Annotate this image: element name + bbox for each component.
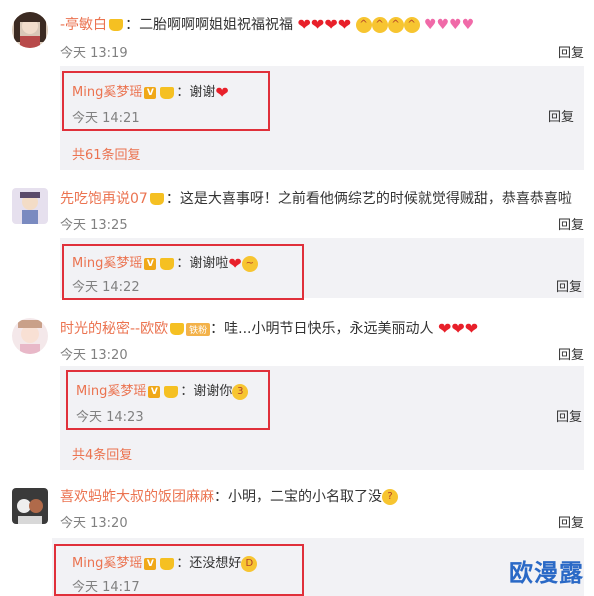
- more-replies-link[interactable]: 共4条回复: [72, 444, 132, 463]
- vip-crown-icon: [160, 86, 175, 99]
- comment-4: 喜欢蚂蚱大叔的饭团麻麻：小明，二宝的小名取了没? 今天 13:20 回复 Min…: [0, 478, 594, 596]
- heart-emoji-icons: ❤❤❤❤: [297, 15, 352, 34]
- reply-username-link[interactable]: Ming奚梦瑶: [72, 85, 142, 100]
- vip-crown-icon: [164, 385, 179, 398]
- comment-time: 今天 13:20: [60, 516, 128, 531]
- verified-v-icon: V: [148, 385, 161, 398]
- pink-heart-icons: ♥♥♥♥: [424, 17, 475, 33]
- comment-text: 哇...小明节日快乐，永远美丽动人: [224, 321, 434, 337]
- avatar[interactable]: [12, 488, 48, 524]
- vip-crown-icon: [109, 19, 124, 31]
- highlighted-reply: Ming奚梦瑶 V ：还没想好 D 今天 14:17: [54, 544, 304, 596]
- verified-v-icon: V: [144, 557, 157, 570]
- more-replies-link[interactable]: 共61条回复: [72, 144, 141, 163]
- reply-header: Ming奚梦瑶 V ：谢谢你 3: [76, 380, 249, 400]
- reply-text: 谢谢你: [193, 384, 233, 399]
- verified-v-icon: V: [144, 86, 157, 99]
- comment-1: -亭敏白 ：二胎啊啊啊姐姐祝福祝福 ❤❤❤❤ ^ ^ ^ ^ ♥♥♥♥ 今天 13:19…: [0, 0, 594, 170]
- kiss-emoji-icon: 3: [232, 383, 249, 400]
- blush-emoji-icon: ~: [241, 255, 258, 272]
- reply-text: 谢谢啦: [189, 256, 229, 271]
- reply-reply-button[interactable]: 回复: [556, 276, 582, 295]
- username-link[interactable]: 喜欢蚂蚱大叔的饭团麻麻: [60, 489, 214, 505]
- reply-username-link[interactable]: Ming奚梦瑶: [72, 556, 142, 571]
- reply-time: 今天 14:22: [72, 280, 140, 295]
- highlighted-reply: Ming奚梦瑶 V ：谢谢你 3 今天 14:23: [66, 370, 270, 430]
- avatar[interactable]: [12, 188, 48, 224]
- reply-username-link[interactable]: Ming奚梦瑶: [72, 256, 142, 271]
- reply-button[interactable]: 回复: [558, 42, 584, 61]
- reply-username-link[interactable]: Ming奚梦瑶: [76, 384, 146, 399]
- comment-2: 先吃饱再说07 ：这是大喜事呀！之前看他俩综艺的时候就觉得贼甜，恭喜恭喜啦 今天 …: [0, 176, 594, 306]
- laugh-emoji-icon: D: [241, 555, 258, 572]
- comment-time: 今天 13:19: [60, 46, 128, 61]
- reply-header: Ming奚梦瑶 V ：谢谢❤: [72, 82, 229, 102]
- username-link[interactable]: 时光的秘密--欧欧: [60, 321, 168, 337]
- username-link[interactable]: -亭敏白: [60, 17, 107, 33]
- avatar[interactable]: [12, 12, 48, 48]
- verified-v-icon: V: [144, 257, 157, 270]
- thinking-emoji-icon: ?: [382, 489, 398, 505]
- reply-text: 谢谢: [189, 85, 216, 100]
- heart-emoji-icon: ❤: [215, 82, 229, 102]
- vip-crown-icon: [160, 257, 175, 270]
- reply-reply-button[interactable]: 回复: [548, 106, 574, 125]
- reply-header: Ming奚梦瑶 V ：谢谢啦❤ ~: [72, 252, 258, 272]
- comment-header: -亭敏白 ：二胎啊啊啊姐姐祝福祝福 ❤❤❤❤ ^ ^ ^ ^ ♥♥♥♥: [60, 15, 475, 34]
- comment-text: 小明，二宝的小名取了没: [228, 489, 382, 505]
- comment-time: 今天 13:25: [60, 218, 128, 233]
- vip-crown-icon: [160, 557, 175, 570]
- comment-header: 喜欢蚂蚱大叔的饭团麻麻：小明，二宝的小名取了没?: [60, 486, 398, 506]
- vip-crown-icon: [149, 193, 164, 205]
- comment-header: 先吃饱再说07 ：这是大喜事呀！之前看他俩综艺的时候就觉得贼甜，恭喜恭喜啦: [60, 191, 572, 207]
- comment-3: 时光的秘密--欧欧 铁粉 ：哇...小明节日快乐，永远美丽动人 ❤❤❤ 今天 13:…: [0, 308, 594, 470]
- username-link[interactable]: 先吃饱再说07: [60, 191, 148, 207]
- comment-time: 今天 13:20: [60, 348, 128, 363]
- avatar[interactable]: [12, 318, 48, 354]
- reply-button[interactable]: 回复: [558, 512, 584, 531]
- cheer-emoji-icons: ^ ^ ^ ^: [355, 17, 420, 33]
- reply-time: 今天 14:23: [76, 410, 144, 425]
- reply-button[interactable]: 回复: [558, 344, 584, 363]
- reply-time: 今天 14:17: [72, 580, 140, 595]
- vip-crown-icon: [170, 323, 185, 335]
- reply-reply-button[interactable]: 回复: [556, 406, 582, 425]
- highlighted-reply: Ming奚梦瑶 V ：谢谢❤ 今天 14:21: [62, 71, 270, 131]
- watermark-logo: 欧漫露: [509, 559, 584, 587]
- comment-text: 这是大喜事呀！之前看他俩综艺的时候就觉得贼甜，恭喜恭喜啦: [179, 191, 572, 207]
- reply-time: 今天 14:21: [72, 111, 140, 126]
- heart-emoji-icons: ❤❤❤: [437, 319, 479, 338]
- heart-emoji-icon: ❤: [228, 253, 242, 273]
- fan-badge: 铁粉: [186, 322, 211, 336]
- reply-header: Ming奚梦瑶 V ：还没想好 D: [72, 552, 258, 572]
- reply-text: 还没想好: [189, 556, 242, 571]
- comment-header: 时光的秘密--欧欧 铁粉 ：哇...小明节日快乐，永远美丽动人 ❤❤❤: [60, 319, 479, 338]
- highlighted-reply: Ming奚梦瑶 V ：谢谢啦❤ ~ 今天 14:22: [62, 244, 304, 300]
- comment-text: 二胎啊啊啊姐姐祝福祝福: [139, 17, 294, 33]
- reply-button[interactable]: 回复: [558, 214, 584, 233]
